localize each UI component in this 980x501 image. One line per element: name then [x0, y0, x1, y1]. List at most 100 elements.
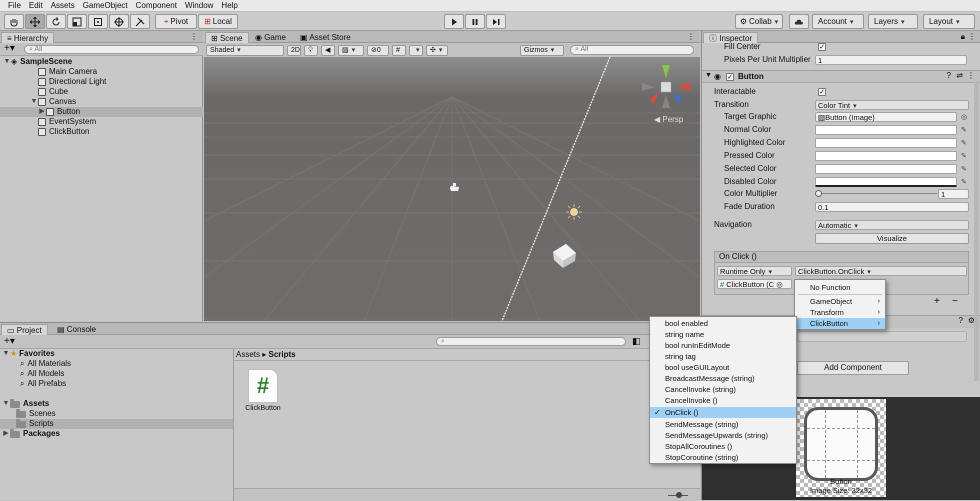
method-menu-item-selected[interactable]: ✓ OnClick () [650, 407, 796, 418]
method-menu-item[interactable]: bool runInEditMode [650, 340, 796, 351]
help-icon[interactable]: ? [947, 71, 951, 80]
create-plus-icon[interactable]: +▾ [4, 335, 15, 348]
scene-search-input[interactable]: ⌕ All [570, 45, 694, 55]
method-menu-item[interactable]: string tag [650, 351, 796, 362]
hierarchy-row-eventsystem[interactable]: EventSystem [0, 117, 203, 127]
eyedropper-icon[interactable]: ✎ [961, 126, 969, 134]
ppu-input[interactable]: 1 [815, 55, 967, 65]
gizmos-dropdown[interactable]: Gizmos [520, 45, 564, 56]
tab-game[interactable]: ◉ Game [250, 32, 291, 43]
disabled-color-swatch[interactable] [815, 177, 957, 187]
breadcrumb-scripts[interactable]: Scripts [269, 350, 296, 359]
eyedropper-icon[interactable]: ✎ [961, 152, 969, 160]
hierarchy-row-cube[interactable]: Cube [0, 87, 203, 97]
tab-console[interactable]: ▤ Console [52, 324, 101, 335]
target-graphic-field[interactable]: ▧Button (Image) [815, 112, 957, 122]
projection-label[interactable]: ◀ Persp [654, 115, 683, 124]
audio-toggle[interactable]: ◀ [321, 45, 335, 56]
rect-tool-button[interactable] [88, 14, 108, 29]
object-picker-icon[interactable]: ◎ [961, 113, 969, 121]
layout-dropdown[interactable]: Layout [923, 14, 975, 29]
shader-dropdown[interactable] [797, 331, 967, 342]
lock-icon[interactable]: 🔒︎ [961, 32, 965, 42]
method-menu-item[interactable]: BroadcastMessage (string) [650, 373, 796, 384]
normal-color-swatch[interactable] [815, 125, 957, 135]
hierarchy-row-canvas[interactable]: ▼ Canvas [0, 97, 203, 107]
expand-arrow-icon[interactable]: ▼ [3, 57, 11, 67]
add-component-button[interactable]: Add Component [797, 361, 909, 375]
object-picker-icon[interactable]: ◎ [776, 280, 783, 289]
panel-menu-icon[interactable]: ⋮ [190, 32, 198, 41]
hierarchy-row-main-camera[interactable]: Main Camera [0, 67, 203, 77]
panel-menu-icon[interactable]: ⋮ [968, 32, 976, 41]
navigation-dropdown[interactable]: Automatic [815, 220, 969, 230]
assets-root-row[interactable]: ▼ Assets [2, 398, 49, 409]
tab-project[interactable]: ▭ Project [1, 324, 48, 335]
panel-menu-icon[interactable]: ⋮ [687, 32, 695, 41]
favorite-item-models[interactable]: ⌕ All Models [20, 369, 64, 379]
foldout-arrow-icon[interactable]: ▼ [705, 72, 712, 79]
menu-window[interactable]: Window [181, 0, 217, 12]
favorite-item-prefabs[interactable]: ⌕ All Prefabs [20, 379, 66, 389]
method-menu-item[interactable]: CancelInvoke (string) [650, 384, 796, 395]
menu-assets[interactable]: Assets [47, 0, 79, 12]
zoom-slider-handle[interactable] [676, 492, 682, 498]
function-menu-item[interactable]: Transform › [795, 307, 885, 318]
tab-asset-store[interactable]: ▣ Asset Store [295, 32, 356, 43]
method-menu-item[interactable]: SendMessage (string) [650, 419, 796, 430]
folder-row-scenes[interactable]: Scenes [16, 408, 56, 419]
effects-dropdown[interactable]: ▨ [338, 45, 364, 56]
function-menu-item[interactable]: ClickButton › [795, 318, 885, 329]
collapse-arrow-icon[interactable]: ▶ [38, 107, 46, 117]
eyedropper-icon[interactable]: ✎ [961, 139, 969, 147]
expand-arrow-icon[interactable]: ▼ [30, 97, 38, 107]
inspector-scrollbar[interactable] [974, 81, 979, 381]
preset-icon[interactable]: ⇌ [956, 71, 963, 80]
folder-row-scripts[interactable]: Scripts [0, 418, 233, 429]
function-menu-item[interactable]: No Function [795, 282, 885, 293]
collab-dropdown[interactable]: ⚙ Collab [735, 14, 783, 29]
pivot-toggle[interactable]: ⌖ Pivot [155, 14, 197, 29]
function-menu-item[interactable]: GameObject › [795, 296, 885, 307]
menu-component[interactable]: Component [132, 0, 181, 12]
lighting-toggle[interactable]: 💡︎ [304, 45, 318, 56]
shading-mode-dropdown[interactable]: Shaded [206, 45, 284, 56]
visibility-toggle[interactable]: ⊘ 0 [367, 45, 389, 56]
pressed-color-swatch[interactable] [815, 151, 957, 161]
color-multiplier-slider-track[interactable] [817, 193, 937, 194]
eyedropper-icon[interactable]: ✎ [961, 178, 969, 186]
button-enabled-checkbox[interactable]: ✓ [726, 73, 734, 81]
eyedropper-icon[interactable]: ✎ [961, 165, 969, 173]
local-toggle[interactable]: ⊞ Local [198, 14, 238, 29]
render-settings-dropdown[interactable] [409, 45, 423, 56]
hierarchy-row-button[interactable]: ▶ Button [0, 107, 203, 117]
directional-light-gizmo[interactable] [566, 204, 582, 220]
add-listener-icon[interactable]: + [934, 296, 940, 307]
runtime-dropdown[interactable]: Runtime Only [717, 266, 792, 276]
orientation-gizmo[interactable] [642, 65, 690, 108]
favorite-item-materials[interactable]: ⌕ All Materials [20, 359, 71, 369]
cube-object[interactable] [552, 243, 577, 268]
asset-tile-clickbutton[interactable]: # ClickButton [245, 369, 281, 412]
transform-tool-button[interactable] [109, 14, 129, 29]
fade-duration-input[interactable]: 0.1 [815, 202, 969, 212]
help-icon[interactable]: ? [959, 316, 963, 325]
method-menu-item[interactable]: string name [650, 329, 796, 340]
color-multiplier-slider-handle[interactable] [815, 190, 822, 197]
hierarchy-search-input[interactable]: ⌕ All [24, 45, 199, 54]
create-plus-icon[interactable]: +▾ [4, 43, 15, 55]
method-menu-item[interactable]: bool enabled [650, 318, 796, 329]
menu-help[interactable]: Help [217, 0, 241, 12]
hand-tool-button[interactable] [4, 14, 24, 29]
packages-row[interactable]: ▶ Packages [2, 428, 60, 439]
selected-color-swatch[interactable] [815, 164, 957, 174]
fill-center-checkbox[interactable]: ✓ [818, 43, 826, 51]
target-object-field[interactable]: # ClickButton (C ◎ [717, 279, 792, 289]
pause-button[interactable] [465, 14, 485, 29]
color-multiplier-input[interactable]: 1 [938, 189, 969, 199]
menu-edit[interactable]: Edit [25, 0, 47, 12]
favorites-row[interactable]: ▼ ★ Favorites [2, 349, 55, 359]
hierarchy-row-directional-light[interactable]: Directional Light [0, 77, 203, 87]
collapse-arrow-icon[interactable]: ▶ [2, 429, 10, 439]
tool-settings-dropdown[interactable]: ✣ [426, 45, 448, 56]
